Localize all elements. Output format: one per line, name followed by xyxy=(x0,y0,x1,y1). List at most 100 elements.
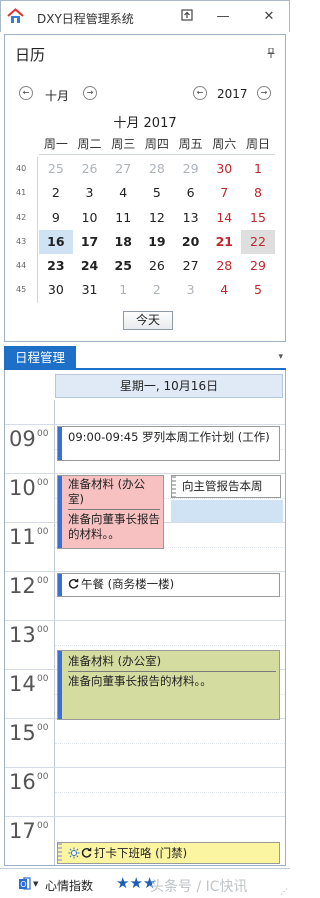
minute-label: 00 xyxy=(37,478,49,488)
calendar-day-selected[interactable]: 22 xyxy=(241,229,275,255)
calendar-day[interactable]: 29 xyxy=(241,254,275,278)
calendar-day[interactable]: 18 xyxy=(106,230,140,254)
title-bar: DXY日程管理系统 — ✕ xyxy=(0,0,290,32)
arrow-right-icon: → xyxy=(86,88,94,97)
calendar-day[interactable]: 27 xyxy=(174,254,208,278)
event-title: 向主管报告本周 xyxy=(182,479,263,493)
event-color-bar xyxy=(58,651,62,719)
chevron-down-icon[interactable]: ▾ xyxy=(278,352,283,362)
recurring-icon xyxy=(81,847,92,858)
pin-icon[interactable] xyxy=(267,48,275,58)
calendar-day[interactable]: 5 xyxy=(140,181,174,205)
event-prepare-materials-afternoon[interactable]: 准备材料 (办公室) 准备向董事长报告的材料。。 xyxy=(57,650,280,720)
arrow-left-icon: ← xyxy=(22,88,30,97)
calendar-day[interactable]: 25 xyxy=(39,157,73,181)
prev-year-button[interactable]: ← xyxy=(193,86,207,100)
calendar-day[interactable]: 2 xyxy=(140,278,174,302)
calendar-day[interactable]: 17 xyxy=(73,230,107,254)
calendar-day[interactable]: 28 xyxy=(207,254,241,278)
calendar-day[interactable]: 7 xyxy=(207,181,241,205)
hour-row[interactable]: 15 00 xyxy=(5,718,285,767)
minimize-button[interactable]: — xyxy=(213,8,233,26)
calendar-day[interactable]: 23 xyxy=(39,254,73,278)
event-title: 打卡下班咯 (门禁) xyxy=(94,846,188,860)
calendar-day[interactable]: 4 xyxy=(106,181,140,205)
calendar-day[interactable]: 9 xyxy=(39,206,73,230)
calendar-day[interactable]: 21 xyxy=(207,230,241,254)
event-weekly-plan[interactable]: 09:00-09:45 罗列本周工作计划 (工作) xyxy=(57,426,280,461)
event-divider xyxy=(68,509,160,510)
calendar-header: 日历 xyxy=(15,46,46,64)
calendar-day[interactable]: 12 xyxy=(140,206,174,230)
calendar-day[interactable]: 30 xyxy=(207,157,241,181)
event-color-bar xyxy=(58,427,62,460)
event-prepare-materials[interactable]: 准备材料 (办公室) 准备向董事长报告的材料。。 xyxy=(57,475,164,549)
calendar-day[interactable]: 13 xyxy=(174,206,208,230)
week-number: 40 xyxy=(16,164,27,173)
calendar-day[interactable]: 15 xyxy=(241,206,275,230)
next-month-button[interactable]: → xyxy=(83,86,97,100)
event-tentative-bar xyxy=(172,476,176,497)
pin-window-button[interactable] xyxy=(177,8,197,26)
next-year-button[interactable]: → xyxy=(257,86,271,100)
weekday-label: 周六 xyxy=(212,137,237,151)
weekday-label: 周日 xyxy=(245,137,270,151)
event-lunch[interactable]: 午餐 (商务楼一楼) xyxy=(57,573,280,597)
minute-label: 00 xyxy=(37,723,49,733)
office-icon[interactable]: O xyxy=(18,877,31,890)
calendar-day[interactable]: 20 xyxy=(174,230,208,254)
hour-label: 16 xyxy=(9,770,36,794)
calendar-day[interactable]: 19 xyxy=(140,230,174,254)
calendar-day[interactable]: 27 xyxy=(106,157,140,181)
calendar-day[interactable]: 3 xyxy=(73,181,107,205)
event-report-supervisor[interactable]: 向主管报告本周 xyxy=(171,475,281,498)
week-number: 42 xyxy=(16,212,27,222)
calendar-day[interactable]: 5 xyxy=(241,278,275,302)
calendar-day[interactable]: 25 xyxy=(106,254,140,278)
week-number: 43 xyxy=(16,236,27,246)
month-nav-label: 十月 xyxy=(45,89,70,103)
week-number: 45 xyxy=(16,285,27,295)
minute-label: 00 xyxy=(37,821,49,831)
calendar-day[interactable]: 4 xyxy=(207,278,241,302)
calendar-day-today[interactable]: 16 xyxy=(39,229,73,255)
schedule-tab-bar: 日程管理 ▾ xyxy=(4,346,286,370)
hour-label: 15 xyxy=(9,721,36,745)
half-hour-divider xyxy=(55,645,285,646)
calendar-day[interactable]: 28 xyxy=(140,157,174,181)
calendar-day[interactable]: 3 xyxy=(174,278,208,302)
calendar-day[interactable]: 30 xyxy=(39,278,73,302)
minute-label: 00 xyxy=(37,527,49,537)
calendar-day[interactable]: 24 xyxy=(73,254,107,278)
calendar-day[interactable]: 31 xyxy=(73,278,107,302)
calendar-day[interactable]: 8 xyxy=(241,181,275,205)
close-button[interactable]: ✕ xyxy=(259,8,279,26)
today-button[interactable]: 今天 xyxy=(123,311,173,330)
minute-label: 00 xyxy=(37,772,49,782)
week-number: 41 xyxy=(16,188,27,198)
calendar-day[interactable]: 2 xyxy=(39,181,73,205)
event-note: 准备向董事长报告的材料。。 xyxy=(68,512,160,541)
calendar-day[interactable]: 26 xyxy=(73,157,107,181)
calendar-day[interactable]: 6 xyxy=(174,181,208,205)
status-bar: O ▼ 心情指数 ★★★ 头条号 / IC快讯 ⋰ xyxy=(0,868,290,898)
calendar-day[interactable]: 1 xyxy=(106,278,140,302)
hour-label: 13 xyxy=(9,623,36,647)
calendar-day[interactable]: 11 xyxy=(106,206,140,230)
caret-down-icon[interactable]: ▼ xyxy=(33,880,38,888)
event-title: 午餐 (商务楼一楼) xyxy=(81,577,175,591)
hour-row[interactable]: 16 00 xyxy=(5,767,285,816)
calendar-day[interactable]: 10 xyxy=(73,206,107,230)
calendar-day[interactable]: 29 xyxy=(174,157,208,181)
prev-month-button[interactable]: ← xyxy=(19,86,33,100)
resize-grip-icon[interactable]: ⋰ xyxy=(280,887,288,896)
half-hour-divider xyxy=(55,792,285,793)
arrow-left-icon: ← xyxy=(196,88,204,97)
event-clock-out[interactable]: 打卡下班咯 (门禁) xyxy=(57,842,280,864)
event-color-bar xyxy=(58,574,62,596)
calendar-day[interactable]: 14 xyxy=(207,206,241,230)
calendar-day[interactable]: 26 xyxy=(140,254,174,278)
tab-schedule[interactable]: 日程管理 xyxy=(4,346,76,370)
calendar-day[interactable]: 1 xyxy=(241,157,275,181)
watermark-text: 头条号 / IC快讯 xyxy=(150,879,248,895)
